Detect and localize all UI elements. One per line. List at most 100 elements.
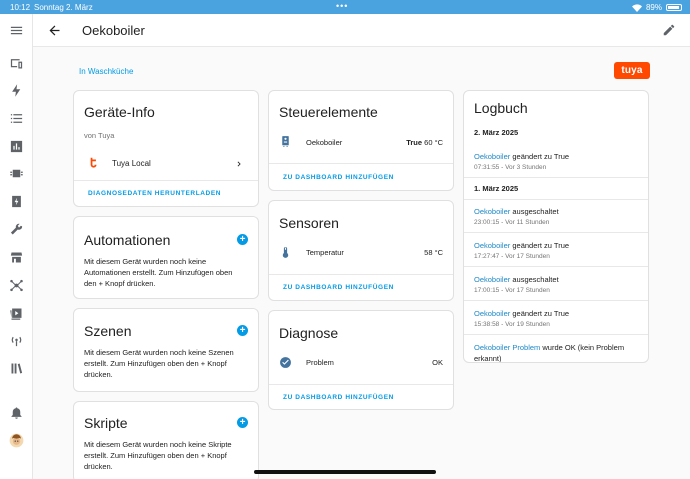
divider bbox=[464, 177, 648, 178]
entity-link[interactable]: Oekoboiler bbox=[474, 275, 510, 284]
logbook-card: Logbuch 2. März 2025 Oekoboiler geändert… bbox=[463, 90, 649, 363]
bell-icon[interactable] bbox=[8, 404, 25, 421]
card-title: Diagnose bbox=[279, 325, 339, 341]
wifi-icon bbox=[631, 3, 642, 12]
card-title: Automationen bbox=[84, 232, 171, 248]
divider bbox=[269, 384, 453, 385]
manufacturer-text: von Tuya bbox=[84, 131, 115, 140]
network-icon[interactable] bbox=[8, 277, 25, 294]
download-diagnostics-button[interactable]: DIAGNOSEDATEN HERUNTERLADEN bbox=[88, 190, 221, 197]
card-text: Mit diesem Gerät wurden noch keine Szene… bbox=[84, 348, 234, 379]
arrow-left-icon[interactable] bbox=[47, 23, 62, 38]
broadcast-icon[interactable] bbox=[8, 332, 25, 349]
entity-link[interactable]: Oekoboiler bbox=[474, 241, 510, 250]
card-text: Mit diesem Gerät wurden noch keine Skrip… bbox=[84, 440, 232, 471]
entity-link[interactable]: Oekoboiler bbox=[474, 207, 510, 216]
chip-icon[interactable] bbox=[8, 165, 25, 182]
log-date-header: 2. März 2025 bbox=[474, 128, 519, 137]
temperature-value: 60 °C bbox=[424, 138, 443, 147]
add-to-dashboard-button[interactable]: ZU DASHBOARD HINZUFÜGEN bbox=[283, 284, 394, 291]
log-time[interactable]: 23:00:15 - Vor 11 Stunden bbox=[474, 219, 549, 226]
sensors-card: Sensoren Temperatur 58 °C ZU DASHBOARD H… bbox=[268, 200, 454, 301]
log-time[interactable]: 15:38:58 - Vor 19 Stunden bbox=[474, 321, 550, 328]
card-title: Logbuch bbox=[474, 100, 528, 116]
add-to-dashboard-button[interactable]: ZU DASHBOARD HINZUFÜGEN bbox=[283, 394, 394, 401]
chevron-right-icon bbox=[237, 161, 241, 167]
log-time[interactable]: 07:31:55 - Vor 3 Stunden bbox=[474, 164, 546, 171]
status-bar: 10:12 Sonntag 2. März ••• 89% bbox=[0, 0, 690, 14]
add-script-button[interactable]: + bbox=[237, 417, 248, 428]
log-date-header: 1. März 2025 bbox=[474, 184, 519, 193]
row-label[interactable]: Temperatur bbox=[306, 248, 344, 257]
chart-icon[interactable] bbox=[8, 138, 25, 155]
divider bbox=[464, 199, 648, 200]
list-icon[interactable] bbox=[8, 110, 25, 127]
tuya-logo: tuya bbox=[614, 62, 650, 79]
add-automation-button[interactable]: + bbox=[237, 234, 248, 245]
card-title: Skripte bbox=[84, 415, 128, 431]
wrench-icon[interactable] bbox=[8, 221, 25, 238]
row-value[interactable]: OK bbox=[432, 358, 443, 367]
divider bbox=[464, 334, 648, 335]
log-message: geändert zu True bbox=[510, 152, 570, 161]
entity-link[interactable]: Oekoboiler bbox=[474, 309, 510, 318]
integration-row[interactable]: Tuya Local bbox=[74, 152, 258, 176]
add-to-dashboard-button[interactable]: ZU DASHBOARD HINZUFÜGEN bbox=[283, 174, 394, 181]
area-link[interactable]: In Waschküche bbox=[79, 67, 133, 76]
row-value[interactable]: 58 °C bbox=[424, 248, 443, 257]
library-icon[interactable] bbox=[8, 360, 25, 377]
controls-card: Steuerelemente Oekoboiler True 60 °C ZU … bbox=[268, 90, 454, 191]
status-date: Sonntag 2. März bbox=[34, 3, 93, 12]
divider bbox=[464, 266, 648, 267]
home-indicator[interactable] bbox=[254, 470, 436, 474]
divider bbox=[74, 180, 258, 181]
card-title: Sensoren bbox=[279, 215, 339, 231]
row-label[interactable]: Problem bbox=[306, 358, 334, 367]
log-entry: Oekoboiler ausgeschaltet bbox=[474, 275, 640, 284]
automations-card: Automationen + Mit diesem Gerät wurden n… bbox=[73, 216, 259, 299]
log-entry: Oekoboiler geändert zu True bbox=[474, 309, 640, 318]
top-app-bar: Oekoboiler bbox=[33, 14, 690, 47]
check-circle-icon bbox=[280, 357, 291, 368]
integration-label: Tuya Local bbox=[112, 159, 151, 168]
log-time[interactable]: 17:27:47 - Vor 17 Stunden bbox=[474, 253, 550, 260]
log-entry: Oekoboiler geändert zu True bbox=[474, 241, 640, 250]
add-scene-button[interactable]: + bbox=[237, 325, 248, 336]
media-icon[interactable] bbox=[8, 305, 25, 322]
card-title: Szenen bbox=[84, 323, 132, 339]
log-message: ausgeschaltet bbox=[510, 275, 559, 284]
log-entry: Oekoboiler Problem wurde OK (kein Proble… bbox=[474, 342, 640, 362]
lightning-icon[interactable] bbox=[8, 82, 25, 99]
card-title: Steuerelemente bbox=[279, 104, 378, 120]
divider bbox=[464, 232, 648, 233]
diagnostics-card: Diagnose Problem OK ZU DASHBOARD HINZUFÜ… bbox=[268, 310, 454, 410]
pencil-icon[interactable] bbox=[662, 23, 676, 37]
entity-link[interactable]: Oekoboiler bbox=[474, 152, 510, 161]
row-value[interactable]: True 60 °C bbox=[406, 138, 443, 147]
divider bbox=[269, 274, 453, 275]
row-label[interactable]: Oekoboiler bbox=[306, 138, 342, 147]
status-right: 89% bbox=[631, 3, 682, 12]
store-icon[interactable] bbox=[8, 249, 25, 266]
multitask-dots[interactable]: ••• bbox=[336, 1, 348, 11]
battery-icon bbox=[666, 4, 682, 11]
scenes-card: Szenen + Mit diesem Gerät wurden noch ke… bbox=[73, 308, 259, 392]
page-title: Oekoboiler bbox=[82, 23, 145, 38]
log-message: geändert zu True bbox=[510, 309, 570, 318]
card-title: Geräte-Info bbox=[84, 104, 155, 120]
tuya-icon bbox=[90, 157, 97, 168]
devices-icon[interactable] bbox=[8, 55, 25, 72]
device-info-card: Geräte-Info von Tuya Tuya Local DIAGNOSE… bbox=[73, 90, 259, 207]
log-entry: Oekoboiler ausgeschaltet bbox=[474, 207, 640, 216]
entity-link[interactable]: Oekoboiler Problem bbox=[474, 343, 540, 352]
log-entry: Oekoboiler geändert zu True bbox=[474, 152, 640, 161]
menu-icon[interactable] bbox=[8, 22, 25, 39]
log-message: ausgeschaltet bbox=[510, 207, 559, 216]
divider bbox=[464, 300, 648, 301]
avatar-icon[interactable] bbox=[8, 432, 25, 449]
sidebar bbox=[0, 14, 33, 479]
energy-icon[interactable] bbox=[8, 193, 25, 210]
card-text: Mit diesem Gerät wurden noch keine Autom… bbox=[84, 257, 233, 288]
thermometer-icon bbox=[282, 247, 289, 258]
log-time[interactable]: 17:00:15 - Vor 17 Stunden bbox=[474, 287, 550, 294]
